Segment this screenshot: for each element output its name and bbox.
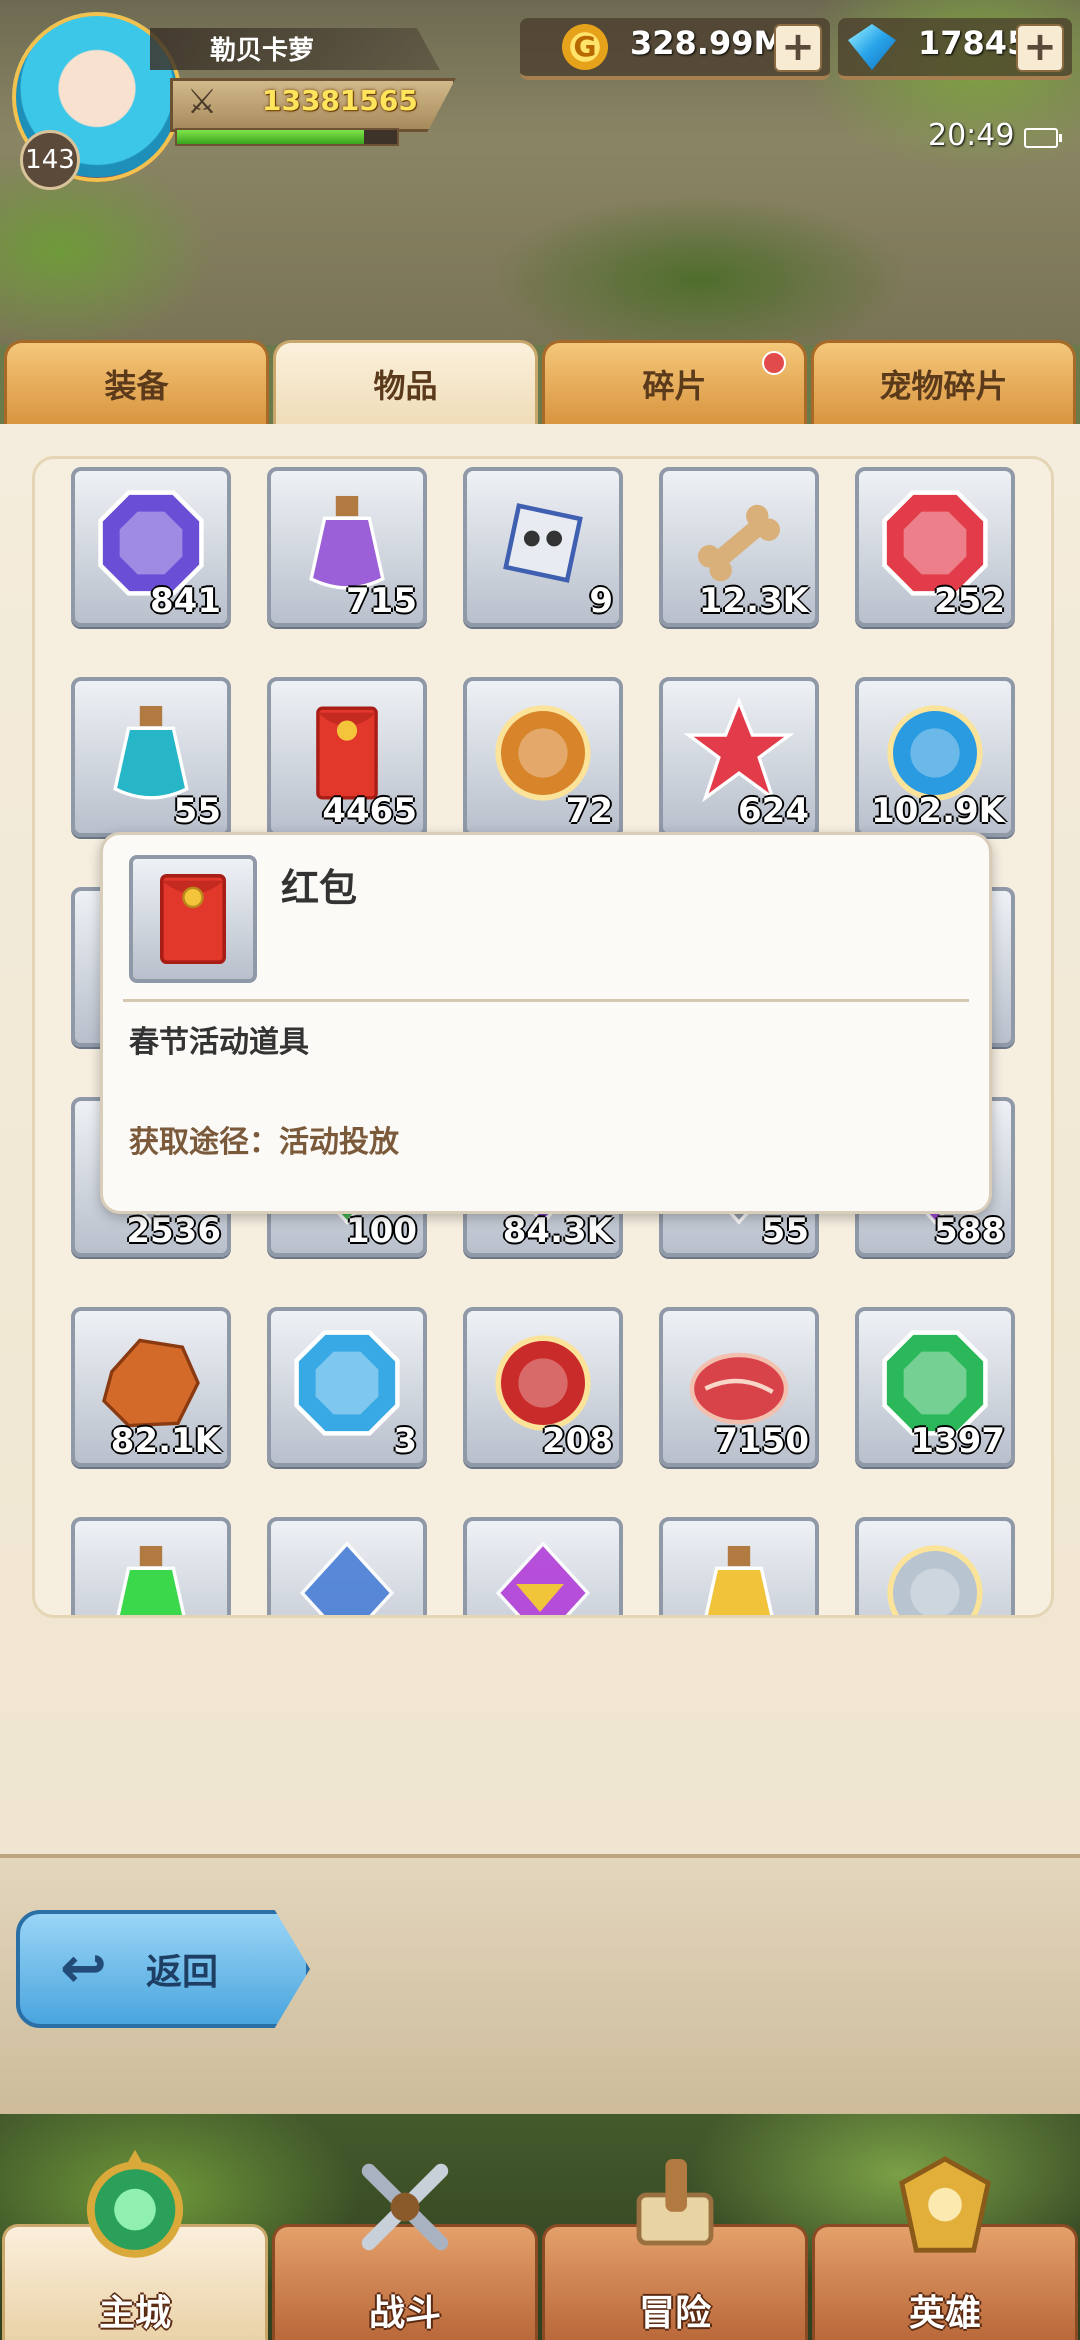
item-slot[interactable]: 82.1K <box>71 1307 231 1467</box>
item-slot[interactable]: 12.3K <box>659 467 819 627</box>
nav-tab-battle[interactable]: 战斗 <box>272 2163 538 2340</box>
item-slot[interactable]: 3 <box>267 1307 427 1467</box>
item-slot[interactable]: 7150 <box>659 1307 819 1467</box>
item-slot[interactable]: 624 <box>659 677 819 837</box>
item-slot[interactable]: 208 <box>463 1307 623 1467</box>
add-gold-button[interactable]: + <box>774 24 822 72</box>
hero-crest-icon <box>875 2137 1015 2277</box>
tab-label: 碎片 <box>642 366 707 405</box>
item-quantity: 1397 <box>910 1421 1005 1461</box>
nav-label: 主城 <box>98 2293 171 2334</box>
tab-pet-fragments[interactable]: 宠物碎片 <box>811 340 1076 424</box>
tooltip-item-slot <box>129 855 257 983</box>
red-envelope-icon <box>160 874 226 964</box>
tab-fragments[interactable]: 碎片 <box>542 340 807 424</box>
item-slot[interactable]: 9 <box>463 467 623 627</box>
item-quantity: 82.1K <box>110 1421 221 1461</box>
item-slot[interactable] <box>855 1517 1015 1615</box>
item-quantity: 102.9K <box>871 791 1005 831</box>
item-slot[interactable]: 1397 <box>855 1307 1015 1467</box>
item-quantity: 252 <box>934 581 1005 621</box>
item-quantity: 12.3K <box>698 581 809 621</box>
player-name: 勒贝卡萝 <box>210 36 315 66</box>
tab-equipment[interactable]: 装备 <box>4 340 269 424</box>
tooltip-description: 春节活动道具 <box>129 1025 309 1060</box>
nav-label: 英雄 <box>908 2293 981 2334</box>
clock: 20:49 <box>928 118 1015 153</box>
nav-tab-heroes[interactable]: 英雄 <box>812 2156 1078 2340</box>
item-slot[interactable]: 841 <box>71 467 231 627</box>
back-button-label: 返回 <box>146 1952 219 1993</box>
item-quantity: 100 <box>346 1211 417 1251</box>
skull-cube-icon <box>503 503 583 583</box>
gold-coin-icon: G <box>562 24 608 70</box>
back-button[interactable]: ↩ 返回 <box>16 1910 310 2028</box>
item-quantity: 715 <box>346 581 417 621</box>
item-slot[interactable] <box>267 1517 427 1615</box>
item-slot[interactable]: 72 <box>463 677 623 837</box>
bottom-nav: 主城 战斗 冒险 英雄 <box>0 2149 1080 2340</box>
paper-scroll-icon <box>299 1541 395 1615</box>
item-slot[interactable] <box>71 1517 231 1615</box>
silver-coin-icon <box>887 1545 983 1615</box>
return-arrow-icon: ↩ <box>60 1936 107 2001</box>
item-quantity: 588 <box>934 1211 1005 1251</box>
item-quantity: 624 <box>738 791 809 831</box>
item-quantity: 841 <box>150 581 221 621</box>
item-quantity: 7150 <box>714 1421 809 1461</box>
green-potion-icon <box>116 1545 186 1615</box>
castle-icon <box>65 2137 205 2277</box>
exp-fill <box>177 130 364 144</box>
item-quantity: 72 <box>565 791 613 831</box>
item-slot[interactable]: 252 <box>855 467 1015 627</box>
nav-label: 战斗 <box>368 2293 441 2334</box>
map-scroll-icon <box>605 2137 745 2277</box>
yellow-potion-icon <box>704 1545 774 1615</box>
nav-tab-main-city[interactable]: 主城 <box>2 2149 268 2340</box>
gem-currency: 17845 + <box>838 18 1072 80</box>
tab-label: 物品 <box>373 366 438 405</box>
gold-currency: G 328.99M + <box>520 18 830 80</box>
gem-value: 17845 <box>918 24 1030 62</box>
inventory-tabs: 装备 物品 碎片 宠物碎片 <box>0 340 1080 424</box>
tooltip-title: 红包 <box>281 866 358 910</box>
item-tooltip: 红包 春节活动道具 获取途径：活动投放 <box>100 832 992 1214</box>
item-quantity: 9 <box>589 581 613 621</box>
tab-label: 装备 <box>104 366 169 405</box>
power-value: 13381565 <box>262 84 418 117</box>
divider <box>123 999 969 1002</box>
diamond-icon <box>848 24 896 70</box>
item-slot[interactable]: 715 <box>267 467 427 627</box>
tab-label: 宠物碎片 <box>879 366 1008 405</box>
add-gem-button[interactable]: + <box>1016 24 1064 72</box>
tooltip-source: 获取途径：活动投放 <box>129 1125 399 1160</box>
notification-dot <box>762 351 786 375</box>
blue-octagon-gem-icon <box>294 1330 400 1436</box>
crossed-swords-icon <box>335 2137 475 2277</box>
item-quantity: 3 <box>393 1421 417 1461</box>
level-badge: 143 <box>20 130 80 190</box>
item-quantity: 2536 <box>126 1211 221 1251</box>
item-quantity: 55 <box>761 1211 809 1251</box>
gold-value: 328.99M <box>630 24 786 62</box>
tab-items[interactable]: 物品 <box>273 340 538 424</box>
item-slot[interactable]: 55 <box>71 677 231 837</box>
item-slot[interactable]: 102.9K <box>855 677 1015 837</box>
item-quantity: 84.3K <box>502 1211 613 1251</box>
item-quantity: 55 <box>173 791 221 831</box>
battery-icon <box>1024 128 1062 148</box>
nav-label: 冒险 <box>638 2293 711 2334</box>
item-slot[interactable] <box>659 1517 819 1615</box>
crossed-swords-icon: ⚔ <box>186 82 218 122</box>
item-quantity: 208 <box>542 1421 613 1461</box>
nav-tab-adventure[interactable]: 冒险 <box>542 2159 808 2340</box>
item-quantity: 4465 <box>322 791 417 831</box>
item-slot[interactable]: 4465 <box>267 677 427 837</box>
exp-bar <box>175 128 399 146</box>
